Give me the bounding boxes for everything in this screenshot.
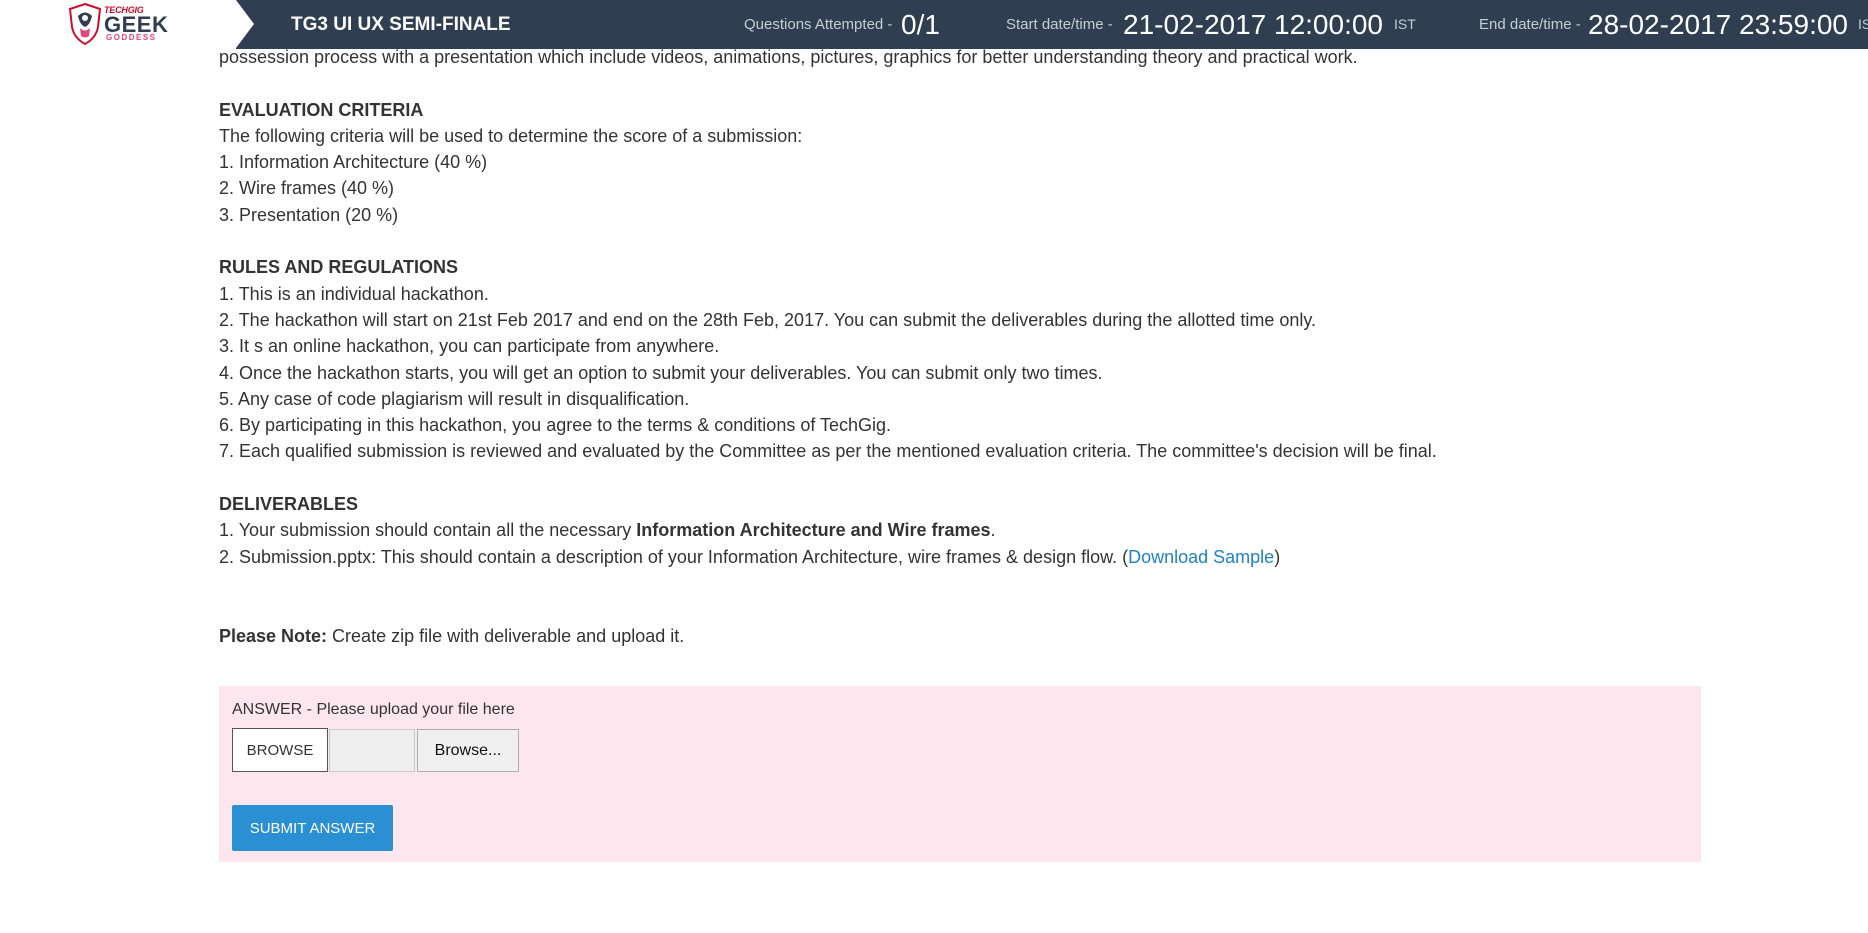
deliverable-item: 2. Submission.pptx: This should contain … <box>219 544 1699 570</box>
evaluation-item: 3. Presentation (20 %) <box>219 204 399 225</box>
rule-item: 7. Each qualified submission is reviewed… <box>219 441 1437 462</box>
start-datetime-label: Start date/time - <box>1006 16 1113 33</box>
logo[interactable]: TECHGIG GEEK GODDESS <box>0 0 236 49</box>
problem-description: possession process with a presentation w… <box>219 44 1699 649</box>
end-datetime-label: End date/time - <box>1479 16 1581 33</box>
deliverables-heading: DELIVERABLES <box>219 494 359 515</box>
end-datetime-value: 28-02-2017 23:59:00 <box>1588 9 1848 40</box>
logo-arrow-shape <box>236 0 254 48</box>
please-note-text: Create zip file with deliverable and upl… <box>327 625 685 646</box>
evaluation-heading: EVALUATION CRITERIA <box>219 99 424 120</box>
deliverable-bold-text: Information Architecture and Wire frames <box>636 520 991 541</box>
rules-heading: RULES AND REGULATIONS <box>219 257 459 278</box>
download-sample-link[interactable]: Download Sample <box>1128 547 1274 567</box>
contest-title: TG3 UI UX SEMI-FINALE <box>291 14 511 35</box>
rule-item: 1. This is an individual hackathon. <box>219 283 489 304</box>
rule-item: 4. Once the hackathon starts, you will g… <box>219 362 1103 383</box>
start-timezone: IST <box>1394 16 1416 32</box>
file-browse-button[interactable]: Browse... <box>417 729 519 772</box>
goddess-logo-icon <box>68 3 102 45</box>
end-timezone: IS <box>1858 16 1868 32</box>
submit-answer-button[interactable]: SUBMIT ANSWER <box>232 805 393 851</box>
deliverable-text: ) <box>1274 546 1281 567</box>
top-header: TECHGIG GEEK GODDESS TG3 UI UX SEMI-FINA… <box>0 0 1868 49</box>
rule-item: 2. The hackathon will start on 21st Feb … <box>219 309 1317 330</box>
questions-attempted-value: 0/1 <box>901 9 940 40</box>
rule-item: 5. Any case of code plagiarism will resu… <box>219 388 690 409</box>
file-path-field[interactable] <box>329 729 415 772</box>
answer-upload-panel: ANSWER - Please upload your file here BR… <box>219 686 1701 862</box>
deliverable-item: 1. Your submission should contain all th… <box>219 517 1699 543</box>
deliverable-text: 1. Your submission should contain all th… <box>219 520 637 541</box>
evaluation-item: 1. Information Architecture (40 %) <box>219 152 488 173</box>
rule-item: 3. It s an online hackathon, you can par… <box>219 336 720 357</box>
deliverable-text: . <box>990 520 996 541</box>
evaluation-item: 2. Wire frames (40 %) <box>219 178 395 199</box>
intro-text: possession process with a presentation w… <box>219 47 1358 67</box>
browse-button[interactable]: BROWSE <box>232 728 328 772</box>
start-datetime-value: 21-02-2017 12:00:00 <box>1123 9 1383 40</box>
answer-label: ANSWER - Please upload your file here <box>232 701 515 718</box>
evaluation-intro: The following criteria will be used to d… <box>219 125 803 146</box>
rule-item: 6. By participating in this hackathon, y… <box>219 415 892 436</box>
please-note: Please Note: Create zip file with delive… <box>219 623 1699 649</box>
please-note-label: Please Note: <box>219 625 328 646</box>
logo-goddess-text: GODDESS <box>106 33 157 42</box>
deliverable-text: 2. Submission.pptx: This should contain … <box>219 546 1129 567</box>
questions-attempted-label: Questions Attempted - <box>744 16 893 33</box>
